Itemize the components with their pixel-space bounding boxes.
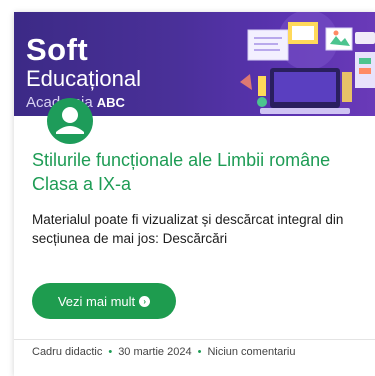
page: Soft Educațional AcademiaABC [0, 0, 375, 376]
brand-educational-text: Educațional [26, 66, 141, 91]
meta-separator: • [108, 346, 113, 358]
meta-divider [14, 339, 375, 340]
post-comments-link[interactable]: Niciun comentariu [207, 346, 295, 358]
read-more-label: Vezi mai mult [57, 293, 136, 309]
brand-soft-text: Soft [26, 32, 89, 67]
user-avatar-icon[interactable] [47, 98, 93, 144]
chevron-right-circle-icon: › [139, 295, 151, 307]
post-meta: Cadru didactic • 30 martie 2024 • Niciun com… [32, 345, 352, 359]
post-title-link[interactable]: Stilurile funcționale ale Limbii române … [32, 148, 352, 196]
meta-separator: • [197, 346, 202, 358]
education-illustration-icon [240, 12, 375, 114]
brand-abc-badge: ABC [96, 95, 125, 110]
post-excerpt: Materialul poate fi vizualizat și descăr… [32, 212, 344, 246]
post-date: 30 martie 2024 [118, 346, 192, 358]
post-author[interactable]: Cadru didactic [32, 346, 102, 358]
read-more-button[interactable]: Vezi mai mult › [32, 283, 176, 319]
user-silhouette-icon [56, 107, 84, 134]
